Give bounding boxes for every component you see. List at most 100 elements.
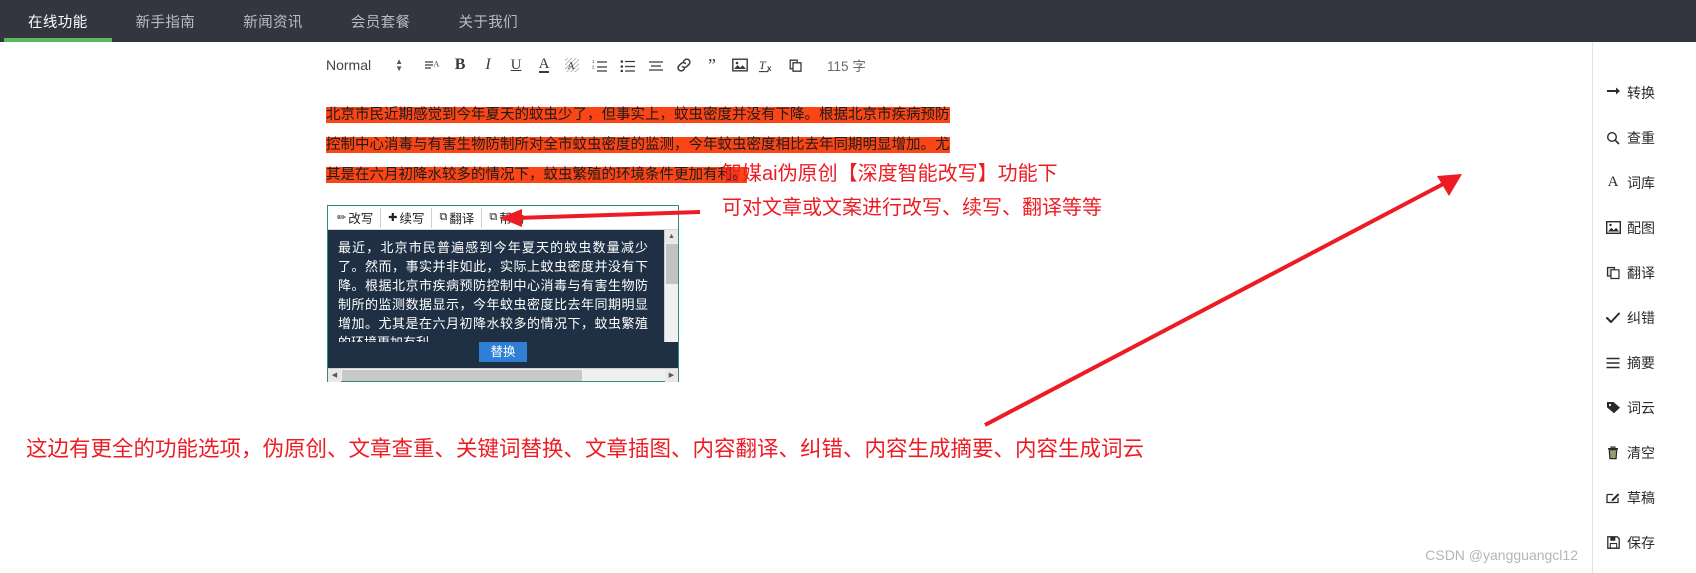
sidebar-item-duplicate-check[interactable]: 查重	[1593, 115, 1696, 160]
ai-tab-label: 续写	[399, 212, 425, 226]
translate-icon	[1605, 266, 1621, 280]
sidebar-item-draft[interactable]: 草稿	[1593, 475, 1696, 520]
svg-text:A: A	[433, 59, 439, 68]
sidebar-item-wordcloud[interactable]: 词云	[1593, 385, 1696, 430]
text-color-icon[interactable]: A	[531, 53, 557, 77]
watermark: CSDN @yangguangcl12	[1425, 547, 1578, 563]
ai-tab-help[interactable]: ⧉ 帮助	[482, 208, 531, 228]
blockquote-icon[interactable]: ”	[699, 53, 725, 77]
annotation-top: 智媒ai伪原创【深度智能改写】功能下 可对文章或文案进行改写、续写、翻译等等	[722, 157, 1102, 225]
nav-item-news[interactable]: 新闻资讯	[219, 0, 327, 42]
sidebar-item-label: 草稿	[1627, 489, 1655, 506]
edit-icon	[1605, 491, 1621, 504]
ai-result-text: 最近，北京市民普遍感到今年夏天的蚊虫数量减少了。然而，事实并非如此，实际上蚊虫密…	[338, 240, 648, 342]
bullet-list-icon[interactable]	[615, 53, 641, 77]
nav-item-membership[interactable]: 会员套餐	[327, 0, 435, 42]
scroll-right-icon[interactable]: ▶	[665, 368, 678, 382]
sidebar-item-label: 查重	[1627, 129, 1655, 146]
hscrollbar-thumb[interactable]	[342, 370, 582, 381]
word-count: 115 字	[827, 59, 866, 74]
sidebar-item-clear[interactable]: 清空	[1593, 430, 1696, 475]
font-icon: A	[1607, 174, 1619, 190]
annotation-top-line1: 智媒ai伪原创【深度智能改写】功能下	[722, 163, 1058, 185]
underline-icon[interactable]: U	[503, 53, 529, 77]
right-sidebar: 转换 查重 A 词库 配图 翻译 纠错 摘要 词云 清空 草稿 保存	[1592, 42, 1696, 573]
align-icon[interactable]	[643, 53, 669, 77]
clear-format-icon[interactable]: Tx	[755, 53, 781, 77]
svg-text:T: T	[759, 58, 767, 72]
ai-panel-vertical-scrollbar[interactable]: ▲ ▼	[664, 230, 678, 342]
ordered-list-icon[interactable]: 12	[587, 53, 613, 77]
sidebar-item-label: 词库	[1627, 174, 1655, 191]
translate-icon: ⧉	[439, 211, 448, 223]
nav-label: 新闻资讯	[243, 14, 303, 31]
app-root: 在线功能 新手指南 新闻资讯 会员套餐 关于我们 Normal ▲ ▼ A B I…	[0, 0, 1696, 573]
save-icon	[1605, 536, 1621, 549]
image-icon	[1605, 221, 1621, 234]
nav-item-online-functions[interactable]: 在线功能	[4, 0, 112, 42]
ai-tab-label: 帮助	[499, 212, 525, 226]
nav-item-beginner-guide[interactable]: 新手指南	[112, 0, 220, 42]
ai-tab-continue[interactable]: ✚ 续写	[381, 207, 433, 228]
svg-text:1: 1	[592, 59, 595, 64]
background-color-icon[interactable]: A	[559, 53, 585, 77]
replace-button[interactable]: 替换	[479, 342, 527, 362]
scrollbar-thumb[interactable]	[666, 244, 678, 284]
format-select[interactable]: Normal	[322, 57, 375, 73]
scroll-left-icon[interactable]: ◀	[328, 368, 341, 382]
sidebar-item-save[interactable]: 保存	[1593, 520, 1696, 565]
italic-icon[interactable]: I	[475, 53, 501, 77]
sidebar-item-summary[interactable]: 摘要	[1593, 340, 1696, 385]
plus-icon: ✚	[388, 212, 398, 224]
nav-label: 在线功能	[28, 14, 88, 31]
sidebar-item-label: 纠错	[1627, 309, 1655, 326]
ai-panel-tabs: ✏ 改写 ✚ 续写 ⧉ 翻译 ⧉ 帮助	[328, 206, 678, 230]
chevron-updown-icon[interactable]: ▲ ▼	[395, 58, 403, 73]
sidebar-item-label: 转换	[1627, 84, 1655, 101]
help-icon: ⧉	[489, 211, 498, 223]
ai-panel-horizontal-scrollbar[interactable]: ◀ ▶	[328, 368, 678, 382]
trash-icon	[1605, 445, 1621, 460]
sidebar-item-convert[interactable]: 转换	[1593, 70, 1696, 115]
list-icon	[1605, 357, 1621, 369]
annotation-bottom: 这边有更全的功能选项，伪原创、文章查重、关键词替换、文章插图、内容翻译、纠错、内…	[26, 437, 1145, 461]
svg-text:2: 2	[592, 65, 595, 70]
ai-tab-translate[interactable]: ⧉ 翻译	[432, 207, 483, 228]
svg-text:A: A	[568, 61, 576, 72]
ai-tab-label: 翻译	[449, 212, 475, 226]
sidebar-item-label: 保存	[1627, 534, 1655, 551]
ai-rewrite-panel: ✏ 改写 ✚ 续写 ⧉ 翻译 ⧉ 帮助 最近，北京市民普遍感到今年夏天的蚊虫数量…	[327, 205, 679, 382]
sidebar-item-label: 翻译	[1627, 264, 1655, 281]
sidebar-item-label: 清空	[1627, 444, 1655, 461]
ai-replace-row: 替换	[328, 342, 678, 368]
sidebar-item-lexicon[interactable]: A 词库	[1593, 160, 1696, 205]
check-icon	[1605, 312, 1621, 324]
sidebar-item-label: 词云	[1627, 399, 1655, 416]
scroll-up-icon[interactable]: ▲	[665, 230, 678, 243]
annotation-top-line2: 可对文章或文案进行改写、续写、翻译等等	[722, 197, 1102, 219]
ai-tab-label: 改写	[348, 212, 374, 226]
nav-label: 会员套餐	[350, 14, 411, 31]
copy-icon[interactable]	[783, 53, 809, 77]
search-icon	[1605, 131, 1621, 145]
sidebar-item-translate[interactable]: 翻译	[1593, 250, 1696, 295]
annotation-arrows	[500, 174, 1462, 427]
ai-result-area[interactable]: 最近，北京市民普遍感到今年夏天的蚊虫数量减少了。然而，事实并非如此，实际上蚊虫密…	[328, 230, 678, 342]
tag-icon	[1605, 401, 1621, 414]
nav-item-about-us[interactable]: 关于我们	[434, 0, 542, 42]
font-size-icon[interactable]: A	[419, 53, 445, 77]
nav-label: 关于我们	[458, 14, 519, 31]
bold-icon[interactable]: B	[447, 53, 473, 77]
sidebar-item-label: 配图	[1627, 219, 1655, 236]
editor-toolbar: Normal ▲ ▼ A B I U A A 12 ” Tx 115 字	[322, 50, 922, 80]
pencil-icon: ✏	[337, 212, 347, 224]
ai-tab-rewrite[interactable]: ✏ 改写	[330, 207, 382, 228]
sidebar-item-correction[interactable]: 纠错	[1593, 295, 1696, 340]
link-icon[interactable]	[671, 53, 697, 77]
sidebar-item-help[interactable]: ? 帮助	[1593, 565, 1696, 573]
image-icon[interactable]	[727, 53, 753, 77]
convert-icon	[1605, 86, 1621, 99]
sidebar-item-illustration[interactable]: 配图	[1593, 205, 1696, 250]
sidebar-item-label: 摘要	[1627, 354, 1655, 371]
top-navigation: 在线功能 新手指南 新闻资讯 会员套餐 关于我们	[0, 0, 1696, 42]
